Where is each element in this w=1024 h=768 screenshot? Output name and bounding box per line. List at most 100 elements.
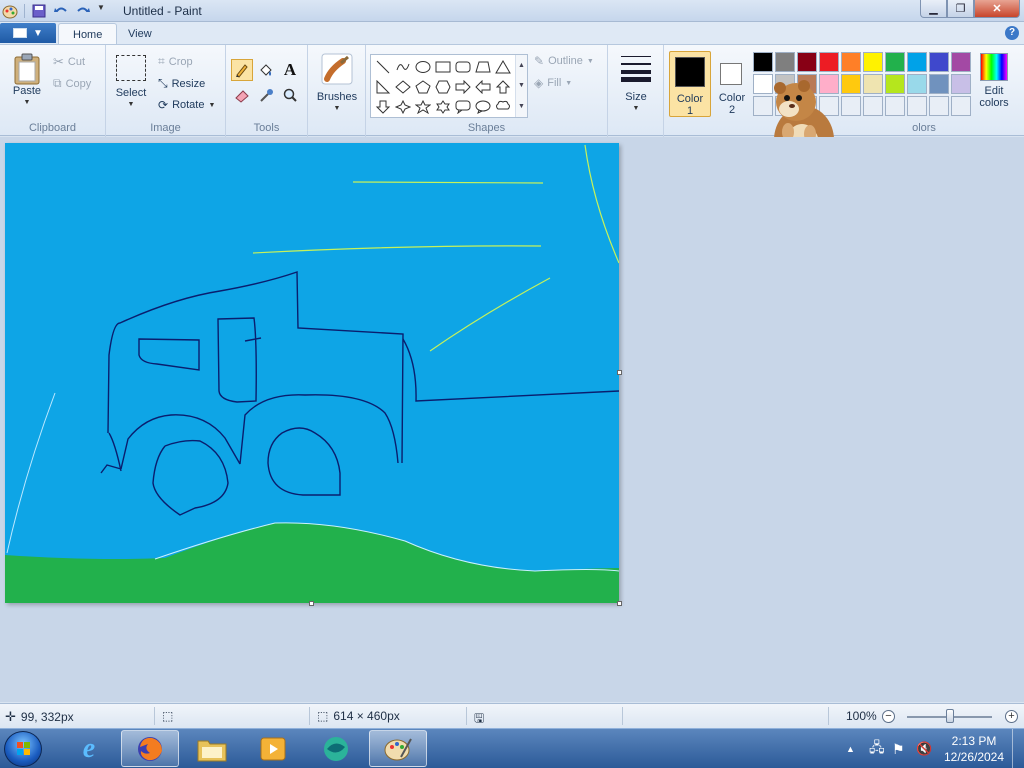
rotate-button[interactable]: ⟳ Rotate ▼ bbox=[158, 98, 215, 112]
cloud-callout-shape-icon[interactable] bbox=[493, 97, 513, 117]
copy-button[interactable]: ⧉ Copy bbox=[53, 76, 91, 91]
fill-bucket-icon[interactable] bbox=[255, 59, 277, 81]
expand-gallery-icon[interactable]: ▼ bbox=[518, 103, 525, 110]
palette-swatch[interactable] bbox=[929, 52, 949, 72]
taskbar-media-player[interactable] bbox=[244, 730, 302, 767]
undo-icon[interactable] bbox=[53, 3, 69, 19]
color-picker-icon[interactable] bbox=[255, 84, 277, 106]
show-hidden-icons-icon[interactable]: ▲ bbox=[846, 744, 855, 754]
taskbar-internet-explorer[interactable]: e bbox=[60, 730, 118, 767]
taskbar-paint[interactable] bbox=[369, 730, 427, 767]
palette-swatch[interactable] bbox=[841, 74, 861, 94]
color1-button[interactable]: Color 1 bbox=[669, 51, 711, 117]
action-center-flag-icon[interactable]: ⚑ bbox=[892, 741, 905, 758]
drawing-canvas[interactable] bbox=[5, 143, 619, 603]
minimize-button[interactable]: ▁ bbox=[920, 0, 947, 18]
palette-swatch[interactable] bbox=[907, 52, 927, 72]
hexagon-shape-icon[interactable] bbox=[433, 77, 453, 97]
line-shape-icon[interactable] bbox=[373, 57, 393, 77]
palette-swatch[interactable] bbox=[863, 74, 883, 94]
palette-swatch[interactable] bbox=[863, 52, 883, 72]
palette-swatch[interactable] bbox=[951, 52, 971, 72]
palette-swatch[interactable] bbox=[885, 74, 905, 94]
five-point-star-shape-icon[interactable] bbox=[413, 97, 433, 117]
right-triangle-shape-icon[interactable] bbox=[373, 77, 393, 97]
brushes-button[interactable]: Brushes ▼ bbox=[314, 53, 360, 115]
pencil-icon[interactable] bbox=[231, 59, 253, 81]
paint-app-icon[interactable] bbox=[2, 3, 18, 19]
tab-view[interactable]: View bbox=[114, 23, 166, 45]
cut-button[interactable]: ✂ Cut bbox=[53, 54, 85, 70]
palette-swatch-empty[interactable] bbox=[863, 96, 883, 116]
taskbar-firefox[interactable] bbox=[121, 730, 179, 767]
palette-swatch[interactable] bbox=[841, 52, 861, 72]
polygon-shape-icon[interactable] bbox=[473, 57, 493, 77]
zoom-slider-thumb[interactable] bbox=[946, 709, 954, 723]
left-arrow-shape-icon[interactable] bbox=[473, 77, 493, 97]
paint-menu-button[interactable]: ▼ bbox=[0, 23, 56, 43]
palette-swatch-empty[interactable] bbox=[929, 96, 949, 116]
palette-swatch[interactable] bbox=[907, 74, 927, 94]
oval-shape-icon[interactable] bbox=[413, 57, 433, 77]
pentagon-shape-icon[interactable] bbox=[413, 77, 433, 97]
show-desktop-button[interactable] bbox=[1012, 729, 1024, 768]
canvas-resize-handle-bottom[interactable] bbox=[309, 601, 314, 606]
rectangle-shape-icon[interactable] bbox=[433, 57, 453, 77]
network-icon[interactable]: 🖧 bbox=[869, 737, 885, 761]
select-button[interactable]: Select ▼ bbox=[114, 55, 148, 111]
zoom-in-button[interactable]: + bbox=[1005, 710, 1018, 723]
help-icon[interactable]: ? bbox=[1005, 26, 1019, 40]
magnifier-icon[interactable] bbox=[279, 84, 301, 106]
save-icon[interactable] bbox=[31, 3, 47, 19]
palette-swatch-empty[interactable] bbox=[885, 96, 905, 116]
rounded-rectangle-shape-icon[interactable] bbox=[453, 57, 473, 77]
eraser-icon[interactable] bbox=[231, 84, 253, 106]
size-button[interactable]: Size ▼ bbox=[616, 53, 656, 115]
up-arrow-shape-icon[interactable] bbox=[493, 77, 513, 97]
palette-swatch[interactable] bbox=[929, 74, 949, 94]
right-arrow-shape-icon[interactable] bbox=[453, 77, 473, 97]
customize-qat-chevron-icon[interactable]: ▼ bbox=[97, 3, 107, 19]
oval-callout-shape-icon[interactable] bbox=[473, 97, 493, 117]
resize-button[interactable]: ⤡ Resize bbox=[158, 76, 205, 91]
maximize-button[interactable]: ❐ bbox=[947, 0, 974, 18]
triangle-shape-icon[interactable] bbox=[493, 57, 513, 77]
color2-button[interactable]: Color 2 bbox=[714, 51, 750, 117]
six-point-star-shape-icon[interactable] bbox=[433, 97, 453, 117]
taskbar-file-explorer[interactable] bbox=[183, 730, 241, 767]
fill-button[interactable]: ◈ Fill ▼ bbox=[534, 76, 572, 90]
volume-muted-icon[interactable]: 🔇 bbox=[916, 741, 932, 757]
crop-button[interactable]: ⌗ Crop bbox=[158, 54, 193, 69]
canvas-resize-handle-right[interactable] bbox=[617, 370, 622, 375]
taskbar-app-green[interactable] bbox=[307, 730, 365, 767]
rounded-callout-shape-icon[interactable] bbox=[453, 97, 473, 117]
down-arrow-shape-icon[interactable] bbox=[373, 97, 393, 117]
scroll-down-icon[interactable]: ▼ bbox=[518, 82, 525, 89]
palette-swatch-empty[interactable] bbox=[907, 96, 927, 116]
curve-shape-icon[interactable] bbox=[393, 57, 413, 77]
outline-button[interactable]: ✎ Outline ▼ bbox=[534, 54, 594, 68]
zoom-out-button[interactable]: − bbox=[882, 710, 895, 723]
start-button[interactable] bbox=[4, 731, 42, 767]
palette-swatch[interactable] bbox=[885, 52, 905, 72]
palette-swatch[interactable] bbox=[951, 74, 971, 94]
palette-swatch[interactable] bbox=[753, 52, 773, 72]
palette-swatch[interactable] bbox=[775, 52, 795, 72]
taskbar-clock[interactable]: 2:13 PM 12/26/2024 bbox=[942, 733, 1006, 765]
tab-home[interactable]: Home bbox=[58, 23, 118, 45]
canvas-resize-handle-corner[interactable] bbox=[617, 601, 622, 606]
scroll-up-icon[interactable]: ▲ bbox=[518, 62, 525, 69]
palette-swatch-empty[interactable] bbox=[951, 96, 971, 116]
close-button[interactable]: ✕ bbox=[974, 0, 1020, 18]
paste-button[interactable]: Paste ▼ bbox=[8, 53, 46, 109]
four-point-star-shape-icon[interactable] bbox=[393, 97, 413, 117]
text-icon[interactable]: A bbox=[279, 59, 301, 81]
palette-swatch[interactable] bbox=[797, 52, 817, 72]
shapes-scrollbar[interactable]: ▲ ▼ ▼ bbox=[515, 55, 527, 117]
canvas-workspace[interactable] bbox=[0, 137, 1024, 702]
redo-icon[interactable] bbox=[75, 3, 91, 19]
edit-colors-button[interactable]: Edit colors bbox=[975, 53, 1013, 109]
palette-swatch[interactable] bbox=[819, 52, 839, 72]
diamond-shape-icon[interactable] bbox=[393, 77, 413, 97]
palette-swatch-empty[interactable] bbox=[841, 96, 861, 116]
